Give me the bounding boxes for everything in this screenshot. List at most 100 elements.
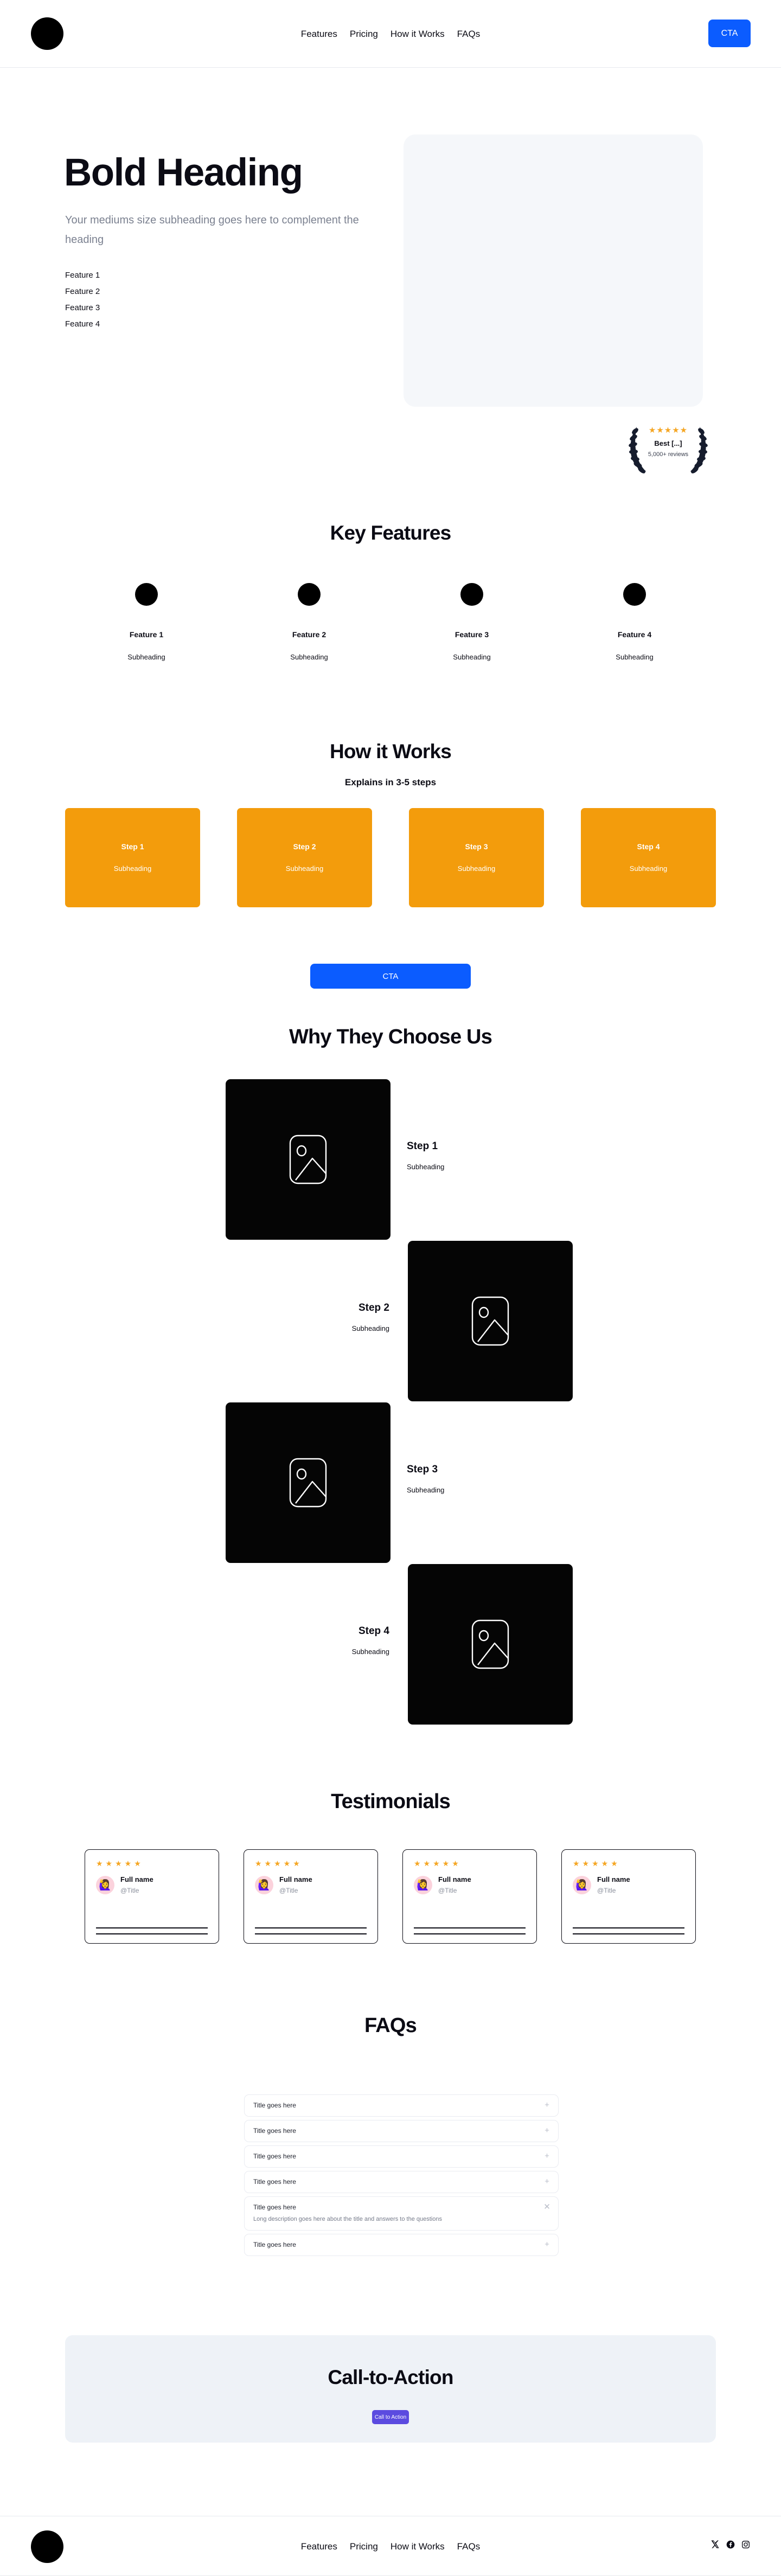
why-step-subheading: Subheading [351,1648,389,1656]
faq-item[interactable]: Title goes here + [244,2094,559,2117]
footer-link-how-it-works[interactable]: How it Works [390,2541,445,2552]
why-step-label: Step 3 [407,1464,438,1475]
plus-icon[interactable]: + [543,2152,550,2160]
plus-icon[interactable]: + [543,2101,550,2109]
why-choose-row: Step 1 Subheading [0,1079,781,1240]
how-it-works-card[interactable]: Step 4 Subheading [581,808,716,907]
testimonial-handle: @Title [279,1887,298,1894]
how-it-works-subtitle: Explains in 3-5 steps [344,777,437,787]
nav-link-how-it-works[interactable]: How it Works [390,29,445,40]
why-choose-title: Why They Choose Us [289,1026,492,1048]
why-choose-text: Step 3 Subheading [407,1463,569,1495]
circle-icon [135,583,158,606]
faq-item[interactable]: Title goes here + [244,2234,559,2256]
circle-logo-icon[interactable] [31,2530,63,2563]
facebook-icon[interactable] [726,2540,735,2549]
testimonial-person: 🙋‍♀️ Full name @Title [414,1875,526,1894]
testimonial-name: Full name [597,1875,630,1883]
why-choose-text: Step 1 Subheading [407,1140,569,1171]
faq-item[interactable]: Title goes here + [244,2145,559,2168]
step-label: Step 1 [121,842,144,851]
testimonials-grid: ★★★★★ 🙋‍♀️ Full name @Title ★★★★★ 🙋‍♀️ F… [85,1849,696,1944]
testimonial-card[interactable]: ★★★★★ 🙋‍♀️ Full name @Title [85,1849,219,1944]
testimonial-person: 🙋‍♀️ Full name @Title [573,1875,684,1894]
footer-social-links [710,2540,750,2549]
why-step-label: Step 1 [407,1140,438,1152]
key-feature-name: Feature 1 [129,630,164,639]
why-choose-text: Step 4 Subheading [227,1625,389,1656]
faq-question: Title goes here [253,2241,296,2248]
footer-link-pricing[interactable]: Pricing [350,2541,378,2552]
instagram-icon[interactable] [741,2540,750,2549]
step-subheading: Subheading [457,864,496,873]
badge-title: Best [...] [654,439,682,447]
key-feature-name: Feature 2 [292,630,327,639]
testimonial-name: Full name [438,1875,471,1883]
testimonial-person: 🙋‍♀️ Full name @Title [96,1875,208,1894]
hero-feature-list: Feature 1 Feature 2 Feature 3 Feature 4 [65,271,100,329]
footer-link-features[interactable]: Features [301,2541,337,2552]
faqs-title: FAQs [364,2014,417,2037]
avatar-icon: 🙋‍♀️ [414,1875,432,1894]
footer-nav: Features Pricing How it Works FAQs [301,2541,480,2552]
x-icon[interactable] [710,2540,720,2549]
how-it-works-card[interactable]: Step 3 Subheading [409,808,544,907]
why-choose-row: Step 4 Subheading [0,1564,781,1725]
image-placeholder-icon [226,1079,390,1240]
why-step-subheading: Subheading [351,1324,389,1332]
faq-question: Title goes here [253,2101,296,2109]
rating-stars-icon: ★★★★★ [414,1859,462,1868]
testimonial-card[interactable]: ★★★★★ 🙋‍♀️ Full name @Title [244,1849,378,1944]
hero-feature-item: Feature 4 [65,319,100,329]
faq-answer: Long description goes here about the tit… [253,2216,442,2222]
why-step-subheading: Subheading [407,1163,445,1171]
testimonial-handle: @Title [597,1887,616,1894]
key-feature-name: Feature 4 [617,630,652,639]
key-feature-name: Feature 3 [454,630,489,639]
testimonial-quote-lines [96,1923,208,1934]
faq-item[interactable]: Title goes here + [244,2120,559,2142]
testimonial-card[interactable]: ★★★★★ 🙋‍♀️ Full name @Title [402,1849,537,1944]
call-to-action-button[interactable]: Call to Action [372,2410,409,2424]
call-to-action-title: Call-to-Action [328,2366,453,2388]
testimonial-handle: @Title [438,1887,457,1894]
testimonial-quote-lines [573,1923,684,1934]
how-it-works-title: How it Works [329,740,452,762]
testimonial-card[interactable]: ★★★★★ 🙋‍♀️ Full name @Title [561,1849,696,1944]
why-choose-row: Step 3 Subheading [0,1402,781,1563]
how-it-works-cta-button[interactable]: CTA [310,964,471,989]
how-it-works-card[interactable]: Step 2 Subheading [237,808,372,907]
faq-item[interactable]: Title goes here + [244,2171,559,2193]
plus-icon[interactable]: + [543,2240,550,2248]
nav-cta-button[interactable]: CTA [708,20,751,47]
nav-link-pricing[interactable]: Pricing [350,29,378,40]
faq-question: Title goes here [253,2178,296,2186]
close-icon[interactable]: ✕ [543,2203,550,2211]
step-label: Step 4 [637,842,660,851]
testimonial-person: 🙋‍♀️ Full name @Title [255,1875,367,1894]
faq-item-expanded[interactable]: Title goes here Long description goes he… [244,2196,559,2231]
nav-link-features[interactable]: Features [301,29,337,40]
avatar-icon: 🙋‍♀️ [573,1875,591,1894]
hero-section: Bold Heading Your mediums size subheadin… [0,68,781,447]
plus-icon[interactable]: + [543,2177,550,2186]
badge-review-count: 5,000+ reviews [648,451,689,458]
key-feature-sub: Subheading [127,653,165,661]
why-choose-row: Step 2 Subheading [0,1241,781,1401]
rating-stars-icon: ★★★★★ [573,1859,620,1868]
footer-link-faqs[interactable]: FAQs [457,2541,481,2552]
nav-link-faqs[interactable]: FAQs [457,29,481,40]
circle-logo-icon[interactable] [31,17,63,50]
why-choose-rows: Step 1 Subheading Step 2 Subheading Step [0,1079,781,1725]
how-it-works-card[interactable]: Step 1 Subheading [65,808,200,907]
image-placeholder-icon [408,1564,573,1725]
testimonials-title: Testimonials [331,1790,451,1813]
step-label: Step 3 [465,842,488,851]
plus-icon[interactable]: + [543,2126,550,2135]
review-badge: ★★★★★ Best [...] 5,000+ reviews [628,422,708,475]
testimonial-handle: @Title [120,1887,139,1894]
testimonial-name: Full name [120,1875,153,1883]
key-feature-sub: Subheading [616,653,654,661]
step-subheading: Subheading [285,864,324,873]
hero-title: Bold Heading [64,151,303,194]
